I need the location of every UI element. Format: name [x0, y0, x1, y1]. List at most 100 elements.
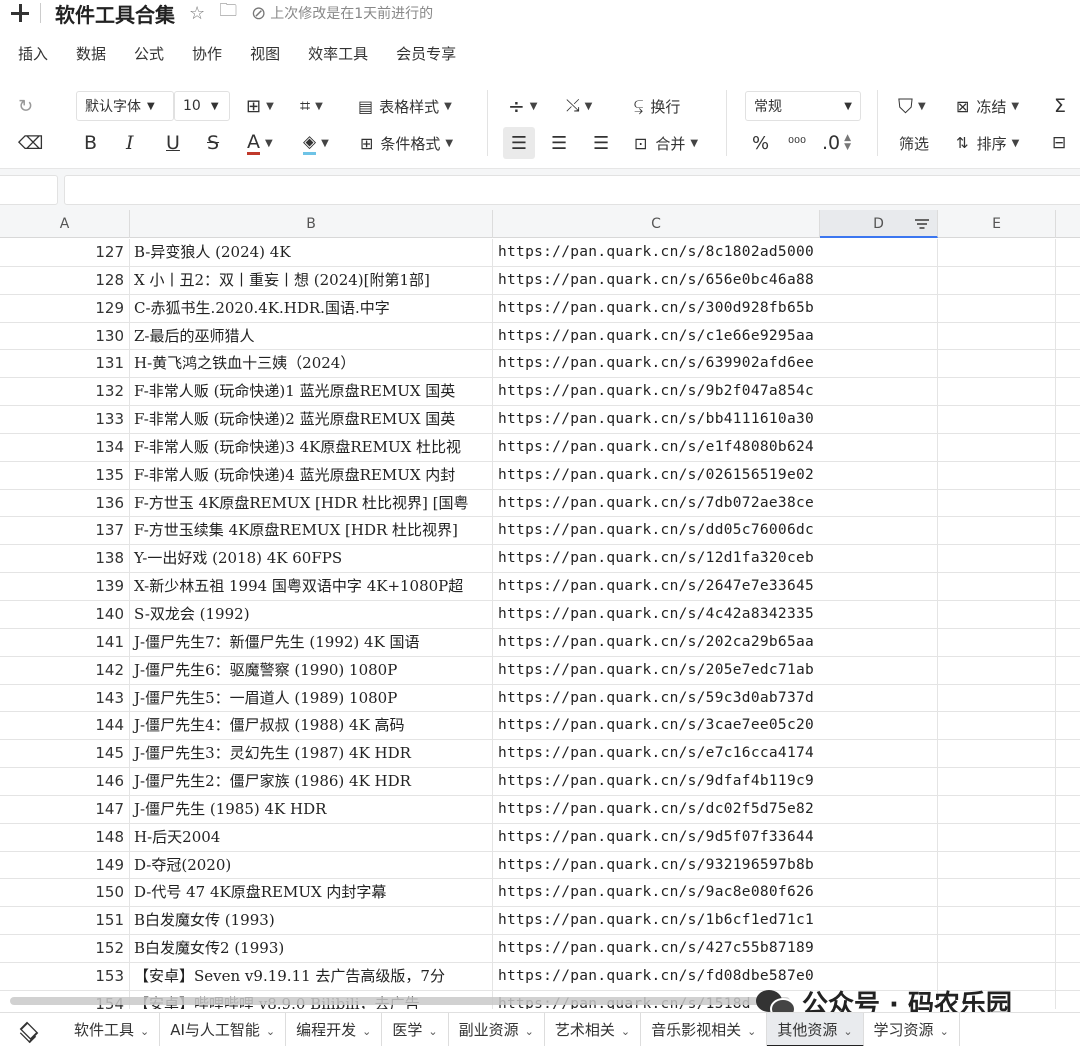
align-left-button[interactable]: ☰: [503, 127, 535, 159]
empty-cell[interactable]: [938, 768, 1056, 795]
empty-cell[interactable]: [1056, 601, 1080, 628]
empty-cell[interactable]: [938, 406, 1056, 433]
layers-icon[interactable]: [18, 1020, 38, 1040]
menu-item[interactable]: 插入: [18, 43, 48, 64]
link-cell[interactable]: https://pan.quark.cn/s/59c3d0ab737d: [493, 685, 938, 712]
empty-cell[interactable]: [938, 294, 1056, 322]
row-number-cell[interactable]: 128: [0, 266, 130, 294]
row-number-cell[interactable]: 142: [0, 656, 130, 684]
title-cell[interactable]: F-方世玉 4K原盘REMUX [HDR 杜比视界] [国粤: [130, 489, 493, 517]
empty-cell[interactable]: [1056, 824, 1080, 851]
conditional-format-button[interactable]: ⊞ 条件格式 ▼: [360, 130, 453, 156]
row-number-cell[interactable]: 153: [0, 962, 130, 990]
eraser-icon[interactable]: ⌫: [18, 130, 43, 156]
empty-cell[interactable]: [938, 684, 1056, 712]
empty-cell[interactable]: [1056, 657, 1080, 684]
chevron-down-icon[interactable]: ⌄: [843, 1025, 852, 1038]
menu-item[interactable]: 效率工具: [308, 43, 368, 64]
merge-button[interactable]: ⊡ 合并 ▼: [634, 130, 698, 156]
empty-cell[interactable]: [938, 517, 1056, 545]
title-cell[interactable]: J-僵尸先生5：一眉道人 (1989) 1080P: [130, 684, 493, 712]
row-number-cell[interactable]: 130: [0, 322, 130, 350]
empty-cell[interactable]: [1056, 935, 1080, 962]
row-number-cell[interactable]: 147: [0, 795, 130, 823]
chevron-down-icon[interactable]: ⌄: [140, 1025, 149, 1038]
title-cell[interactable]: J-僵尸先生6：驱魔警察 (1990) 1080P: [130, 656, 493, 684]
link-cell[interactable]: https://pan.quark.cn/s/9dfaf4b119c9: [493, 768, 938, 795]
horizontal-scrollbar[interactable]: [10, 997, 790, 1005]
title-cell[interactable]: Z-最后的巫师猎人: [130, 322, 493, 350]
link-cell[interactable]: https://pan.quark.cn/s/1b6cf1ed71c1: [493, 907, 938, 934]
link-cell[interactable]: https://pan.quark.cn/s/4c42a8342335: [493, 601, 938, 628]
folder-icon[interactable]: 🗀: [219, 0, 237, 28]
link-cell[interactable]: https://pan.quark.cn/s/7db072ae38ce: [493, 490, 938, 517]
wrap-button[interactable]: ⥹ 换行: [634, 93, 680, 119]
empty-cell[interactable]: [938, 600, 1056, 628]
empty-cell[interactable]: [938, 907, 1056, 935]
formula-input[interactable]: [64, 175, 1080, 205]
font-color-button[interactable]: A ▼: [247, 130, 273, 156]
title-cell[interactable]: J-僵尸先生 (1985) 4K HDR: [130, 795, 493, 823]
row-number-cell[interactable]: 145: [0, 740, 130, 768]
sheet-tab[interactable]: 编程开发 ⌄: [286, 1012, 383, 1046]
title-cell[interactable]: F-非常人贩 (玩命快递)4 蓝光原盘REMUX 内封: [130, 461, 493, 489]
empty-cell[interactable]: [938, 795, 1056, 823]
title-cell[interactable]: B白发魔女传2 (1993): [130, 935, 493, 962]
sheet-tab[interactable]: AI与人工智能 ⌄: [160, 1012, 287, 1046]
underline-button[interactable]: U: [166, 130, 180, 156]
row-number-cell[interactable]: 138: [0, 545, 130, 573]
name-box[interactable]: [0, 175, 58, 205]
title-cell[interactable]: 【安卓】Seven v9.19.11 去广告高级版，7分: [130, 962, 493, 990]
star-icon[interactable]: ☆: [189, 3, 205, 24]
title-cell[interactable]: H-后天2004: [130, 823, 493, 851]
title-cell[interactable]: X 小丨丑2：双丨重妄丨想 (2024)[附第1部]: [130, 266, 493, 294]
row-number-cell[interactable]: 136: [0, 489, 130, 517]
thousands-button[interactable]: ⁰⁰⁰: [788, 130, 806, 156]
empty-cell[interactable]: [938, 489, 1056, 517]
menu-item[interactable]: 数据: [76, 43, 106, 64]
empty-cell[interactable]: [1056, 323, 1080, 350]
title-cell[interactable]: D-代号 47 4K原盘REMUX 内封字幕: [130, 879, 493, 907]
empty-cell[interactable]: [1056, 796, 1080, 823]
sort-button[interactable]: ⇅ 排序 ▼: [956, 130, 1019, 156]
empty-cell[interactable]: [1056, 462, 1080, 489]
decimal-button[interactable]: .0 ▲ ▼: [822, 130, 851, 156]
empty-cell[interactable]: [1056, 573, 1080, 600]
title-cell[interactable]: C-赤狐书生.2020.4K.HDR.国语.中字: [130, 294, 493, 322]
link-cell[interactable]: https://pan.quark.cn/s/300d928fb65b: [493, 295, 938, 322]
link-cell[interactable]: https://pan.quark.cn/s/e7c16cca4174: [493, 740, 938, 767]
title-cell[interactable]: F-非常人贩 (玩命快递)3 4K原盘REMUX 杜比视: [130, 433, 493, 461]
row-number-cell[interactable]: 135: [0, 461, 130, 489]
form-icon[interactable]: ⊟: [1052, 130, 1066, 156]
font-size-select[interactable]: 10 ▼: [174, 91, 230, 121]
title-cell[interactable]: S-双龙会 (1992): [130, 600, 493, 628]
row-number-cell[interactable]: 149: [0, 851, 130, 879]
row-number-cell[interactable]: 150: [0, 879, 130, 907]
empty-cell[interactable]: [1056, 545, 1080, 572]
freeze-button[interactable]: ⊠ 冻结 ▼: [956, 93, 1019, 119]
link-cell[interactable]: https://pan.quark.cn/s/dd05c76006dc: [493, 517, 938, 544]
title-cell[interactable]: X-新少林五祖 1994 国粤双语中字 4K+1080P超: [130, 573, 493, 600]
column-header-e[interactable]: E: [938, 210, 1056, 238]
divide-button[interactable]: ÷ ▼: [508, 93, 537, 119]
title-cell[interactable]: B白发魔女传 (1993): [130, 907, 493, 935]
row-number-cell[interactable]: 144: [0, 712, 130, 740]
empty-cell[interactable]: [938, 461, 1056, 489]
link-cell[interactable]: https://pan.quark.cn/s/12d1fa320ceb: [493, 545, 938, 572]
title-cell[interactable]: H-黄飞鸿之铁血十三姨（2024）: [130, 350, 493, 378]
rotate-text-button[interactable]: ⤯ ▼: [566, 93, 592, 119]
border-button[interactable]: ⊞ ▼: [246, 93, 274, 119]
empty-cell[interactable]: [938, 935, 1056, 962]
font-name-select[interactable]: 默认字体 ▼: [76, 91, 174, 121]
link-cell[interactable]: https://pan.quark.cn/s/656e0bc46a88: [493, 267, 938, 294]
title-cell[interactable]: J-僵尸先生7：新僵尸先生 (1992) 4K 国语: [130, 628, 493, 656]
link-cell[interactable]: https://pan.quark.cn/s/9d5f07f33644: [493, 824, 938, 851]
link-cell[interactable]: https://pan.quark.cn/s/427c55b87189: [493, 935, 938, 962]
menu-item[interactable]: 公式: [134, 43, 164, 64]
link-cell[interactable]: https://pan.quark.cn/s/e1f48080b624: [493, 434, 938, 461]
empty-cell[interactable]: [938, 322, 1056, 350]
column-header-c[interactable]: C: [493, 210, 820, 238]
row-number-cell[interactable]: 143: [0, 684, 130, 712]
empty-cell[interactable]: [1056, 350, 1080, 377]
title-cell[interactable]: B-异变狼人 (2024) 4K: [130, 239, 493, 266]
